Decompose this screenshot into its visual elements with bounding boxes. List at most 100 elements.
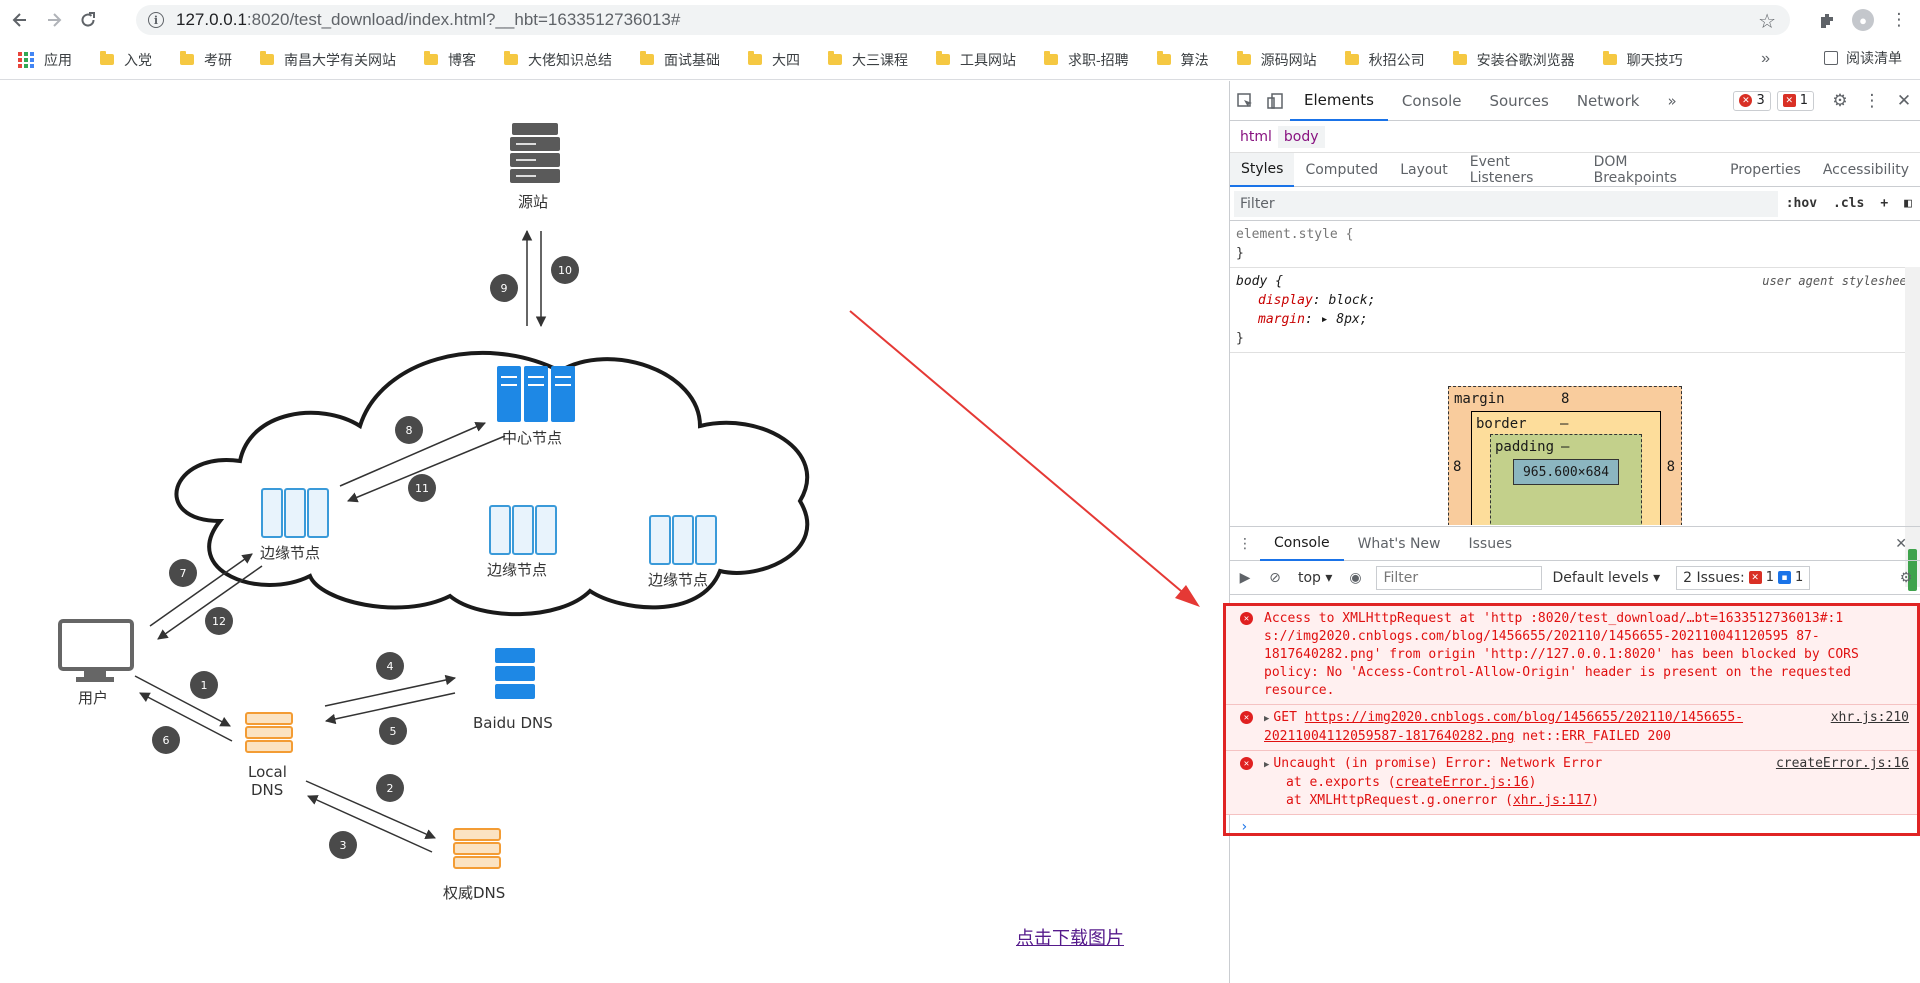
- styles-subtabs: Styles Computed Layout Event Listeners D…: [1230, 152, 1920, 187]
- log-levels-dropdown[interactable]: Default levels ▾: [1552, 570, 1660, 586]
- bookmark-item[interactable]: 考研: [180, 50, 232, 70]
- message-source-link[interactable]: createError.js:16: [1776, 755, 1909, 773]
- hov-toggle[interactable]: :hov: [1786, 196, 1817, 211]
- step-marker: 4: [376, 652, 404, 680]
- reload-icon[interactable]: [74, 6, 102, 34]
- tab-accessibility[interactable]: Accessibility: [1812, 153, 1920, 187]
- bookmark-item[interactable]: 源码网站: [1236, 50, 1317, 70]
- console-settings-gear-icon[interactable]: ⚙: [1891, 570, 1920, 586]
- css-declaration[interactable]: display: block;: [1236, 291, 1914, 310]
- live-expression-eye-icon[interactable]: ◉: [1340, 570, 1370, 586]
- folder-icon: [1044, 51, 1058, 65]
- close-drawer-icon[interactable]: ✕: [1881, 527, 1920, 561]
- bookmark-star-icon[interactable]: ☆: [1758, 9, 1776, 34]
- bookmark-item[interactable]: 秋招公司: [1344, 50, 1425, 70]
- bookmarks-overflow-button[interactable]: »: [1761, 50, 1770, 68]
- styles-filter-input[interactable]: Filter: [1234, 190, 1778, 217]
- drawer-tab-whats-new[interactable]: What's New: [1344, 527, 1455, 561]
- clear-console-icon[interactable]: ⊘: [1260, 570, 1290, 586]
- console-error-message[interactable]: ✕ xhr.js:210 ▶ GET https://img2020.cnblog…: [1226, 705, 1917, 751]
- download-image-link[interactable]: 点击下载图片: [1016, 924, 1124, 950]
- bookmark-apps[interactable]: 应用: [18, 50, 72, 70]
- css-property-value: 8px;: [1336, 312, 1368, 327]
- expand-triangle-icon[interactable]: ▶: [1264, 714, 1269, 724]
- message-url-link[interactable]: https://img2020.cnblogs.com/blog/1456655…: [1264, 710, 1743, 744]
- bookmark-item[interactable]: 面试基础: [640, 50, 720, 70]
- context-selector[interactable]: top ▾: [1290, 570, 1340, 586]
- padding-label: padding: [1495, 439, 1555, 455]
- expand-triangle-icon[interactable]: ▶: [1264, 760, 1269, 770]
- reading-list-button[interactable]: 阅读清单: [1824, 48, 1902, 68]
- tab-properties[interactable]: Properties: [1719, 153, 1812, 187]
- message-source-link[interactable]: xhr.js:210: [1831, 709, 1909, 727]
- console-error-message[interactable]: ✕ Access to XMLHttpRequest at 'http :802…: [1226, 606, 1917, 705]
- expand-triangle-icon[interactable]: ▸: [1321, 312, 1337, 327]
- issue-error-count: 1: [1765, 570, 1774, 585]
- console-filter-input[interactable]: Filter: [1376, 565, 1543, 590]
- css-property-name: display: [1258, 293, 1313, 308]
- css-declaration[interactable]: margin: ▸ 8px;: [1236, 310, 1914, 329]
- back-icon[interactable]: [6, 6, 34, 34]
- bookmark-item[interactable]: 求职-招聘: [1044, 50, 1129, 70]
- bookmark-item[interactable]: 工具网站: [936, 50, 1016, 70]
- sidebar-toggle-icon[interactable]: ▶: [1230, 570, 1260, 586]
- tab-layout[interactable]: Layout: [1389, 153, 1459, 187]
- drawer-menu-icon[interactable]: ⋮: [1230, 527, 1260, 561]
- bookmark-item[interactable]: 大佬知识总结: [504, 50, 612, 70]
- add-rule-icon[interactable]: +: [1880, 196, 1888, 211]
- tab-console[interactable]: Console: [1388, 81, 1476, 121]
- device-toolbar-icon[interactable]: [1260, 86, 1290, 116]
- tab-network[interactable]: Network: [1563, 81, 1654, 121]
- bookmark-item[interactable]: 南昌大学有关网站: [260, 50, 396, 70]
- forward-icon[interactable]: [40, 6, 68, 34]
- tab-computed[interactable]: Computed: [1294, 153, 1389, 187]
- settings-gear-icon[interactable]: ⚙: [1824, 91, 1856, 111]
- reading-list-icon: [1824, 51, 1838, 65]
- error-count-badge[interactable]: ✕ 3: [1733, 90, 1771, 111]
- kebab-menu-icon[interactable]: ⋮: [1856, 91, 1888, 111]
- drawer-tab-console[interactable]: Console: [1260, 527, 1344, 561]
- cls-toggle[interactable]: .cls: [1833, 196, 1864, 211]
- inspect-element-icon[interactable]: [1230, 86, 1260, 116]
- breadcrumb-body[interactable]: body: [1277, 125, 1325, 148]
- bookmark-label: 面试基础: [664, 51, 720, 68]
- issues-label: 2 Issues:: [1683, 569, 1745, 586]
- console-error-message[interactable]: ✕ createError.js:16 ▶ Uncaught (in promis…: [1226, 751, 1917, 815]
- tab-styles[interactable]: Styles: [1230, 152, 1295, 187]
- box-model-border[interactable]: border – padding – 965.600×684: [1471, 411, 1661, 525]
- bookmark-item[interactable]: 算法: [1156, 50, 1209, 70]
- console-prompt[interactable]: ›: [1226, 815, 1917, 839]
- box-model-content[interactable]: 965.600×684: [1513, 459, 1619, 485]
- rule-selector[interactable]: element.style {: [1236, 225, 1914, 244]
- drawer-tab-issues[interactable]: Issues: [1455, 527, 1527, 561]
- bookmark-item[interactable]: 大三课程: [828, 50, 908, 70]
- more-tabs-button[interactable]: »: [1653, 81, 1690, 121]
- tab-dom-breakpoints[interactable]: DOM Breakpoints: [1583, 153, 1719, 187]
- issue-count-badge[interactable]: ✕ 1: [1776, 90, 1814, 111]
- stack-link[interactable]: xhr.js:117: [1513, 793, 1591, 808]
- rule-selector[interactable]: body {: [1236, 274, 1283, 289]
- bookmark-item[interactable]: 聊天技巧: [1602, 50, 1683, 70]
- dom-breadcrumb: html body: [1230, 121, 1920, 153]
- bookmark-item[interactable]: 安装谷歌浏览器: [1452, 50, 1575, 70]
- profile-icon[interactable]: ●: [1848, 5, 1878, 35]
- box-model-padding[interactable]: padding – 965.600×684: [1490, 434, 1642, 525]
- error-icon: ✕: [1240, 711, 1253, 724]
- bookmark-item[interactable]: 博客: [424, 50, 476, 70]
- bookmark-item[interactable]: 入党: [100, 50, 152, 70]
- address-bar[interactable]: i 127.0.0.1 :8020/test_download/index.ht…: [136, 5, 1790, 35]
- toggle-sidebar-icon[interactable]: ◧: [1904, 196, 1912, 211]
- bookmark-item[interactable]: 大四: [748, 50, 800, 70]
- tab-event-listeners[interactable]: Event Listeners: [1459, 153, 1583, 187]
- tab-elements[interactable]: Elements: [1290, 81, 1388, 121]
- issues-counter-button[interactable]: 2 Issues: ✕ 1 ▪ 1: [1676, 565, 1811, 590]
- close-devtools-icon[interactable]: ✕: [1888, 91, 1920, 111]
- info-icon[interactable]: i: [148, 12, 164, 28]
- svg-text:12: 12: [212, 615, 226, 628]
- breadcrumb-html[interactable]: html: [1234, 126, 1278, 148]
- box-model-margin[interactable]: margin 8 8 8 border – padding – 965.600×…: [1448, 386, 1682, 525]
- menu-icon[interactable]: ⋮: [1884, 5, 1914, 35]
- extensions-icon[interactable]: [1812, 5, 1842, 35]
- tab-sources[interactable]: Sources: [1475, 81, 1562, 121]
- stack-link[interactable]: createError.js:16: [1396, 775, 1529, 790]
